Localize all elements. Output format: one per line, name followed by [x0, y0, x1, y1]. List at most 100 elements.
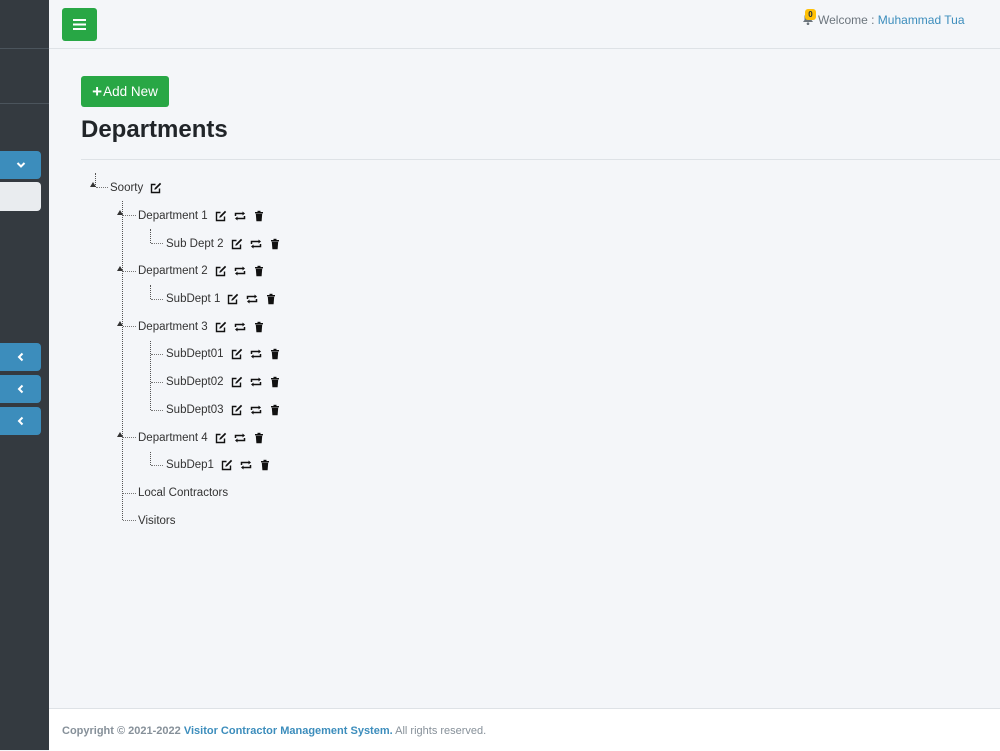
system-name-link[interactable]: Visitor Contractor Management System. — [184, 725, 393, 737]
tree-toggle-icon — [117, 321, 123, 326]
tree-node-label[interactable]: Department 1 — [138, 210, 208, 222]
edit-icon[interactable] — [221, 459, 233, 471]
edit-icon[interactable] — [215, 210, 227, 222]
transfer-icon[interactable] — [250, 404, 262, 416]
trash-icon[interactable] — [269, 238, 281, 250]
transfer-icon[interactable] — [250, 238, 262, 250]
transfer-icon[interactable] — [234, 432, 246, 444]
tree-node-label[interactable]: Department 3 — [138, 321, 208, 333]
tree-connector — [122, 201, 123, 520]
tree-toggle-icon — [117, 266, 123, 271]
transfer-icon[interactable] — [250, 376, 262, 388]
tree-connector — [151, 410, 163, 411]
edit-icon[interactable] — [227, 293, 239, 305]
transfer-icon[interactable] — [246, 293, 258, 305]
tree-connector — [150, 285, 151, 299]
sidebar — [0, 0, 49, 750]
tree-connector — [150, 229, 151, 243]
tree-node-root: Soorty — [110, 180, 169, 196]
tree-node-label[interactable]: Department 4 — [138, 432, 208, 444]
notification-badge: 0 — [805, 9, 816, 20]
hamburger-icon — [73, 19, 86, 30]
trash-icon[interactable] — [265, 293, 277, 305]
tree-connector — [151, 354, 163, 355]
tree-node-label[interactable]: Local Contractors — [138, 487, 228, 499]
tree-connector — [151, 382, 163, 383]
title-divider — [81, 159, 1000, 160]
trash-icon[interactable] — [253, 265, 265, 277]
tree-node-label[interactable]: Sub Dept 2 — [166, 238, 224, 250]
tree-connector — [150, 452, 151, 465]
tree-node-subdepartment: SubDept02 — [166, 374, 288, 390]
tree-toggle-icon — [117, 210, 123, 215]
chevron-down-icon — [16, 162, 25, 168]
sidebar-collapse-button-1[interactable] — [0, 343, 41, 371]
sidebar-collapse-button-2[interactable] — [0, 375, 41, 403]
edit-icon[interactable] — [215, 265, 227, 277]
welcome-label: Welcome : — [818, 13, 878, 27]
tree-connector — [95, 173, 96, 187]
trash-icon[interactable] — [253, 432, 265, 444]
trash-icon[interactable] — [269, 404, 281, 416]
trash-icon[interactable] — [269, 348, 281, 360]
tree-node-label[interactable]: SubDept01 — [166, 348, 224, 360]
chevron-left-icon — [17, 384, 23, 394]
trash-icon[interactable] — [253, 210, 265, 222]
sidebar-divider — [0, 103, 49, 104]
department-tree — [0, 0, 1000, 750]
tree-toggle-icon — [90, 182, 96, 187]
tree-connector — [151, 299, 163, 300]
trash-icon[interactable] — [253, 321, 265, 333]
tree-connector — [123, 437, 136, 438]
tree-node-department: Department 3 — [138, 319, 272, 335]
menu-toggle-button[interactable] — [62, 8, 97, 41]
rights-text: All rights reserved. — [392, 725, 487, 737]
tree-connector — [123, 215, 136, 216]
sidebar-collapse-button-3[interactable] — [0, 407, 41, 435]
user-name-link[interactable]: Muhammad Tua — [878, 13, 965, 27]
transfer-icon[interactable] — [234, 210, 246, 222]
add-new-label: Add New — [103, 84, 158, 99]
tree-node-department: Department 4 — [138, 430, 272, 446]
tree-node-label[interactable]: SubDept02 — [166, 376, 224, 388]
copyright-text: Copyright © 2021-2022 — [62, 725, 184, 737]
plus-icon: + — [92, 82, 103, 101]
tree-connector — [123, 326, 136, 327]
edit-icon[interactable] — [231, 376, 243, 388]
transfer-icon[interactable] — [250, 348, 262, 360]
tree-connector — [96, 187, 108, 188]
tree-node-subdepartment: SubDept 1 — [166, 291, 284, 307]
tree-connector — [123, 493, 136, 494]
chevron-left-icon — [17, 352, 23, 362]
transfer-icon[interactable] — [234, 321, 246, 333]
tree-node-label[interactable]: SubDep1 — [166, 459, 214, 471]
tree-connector — [151, 243, 163, 244]
transfer-icon[interactable] — [240, 459, 252, 471]
tree-node-department: Department 1 — [138, 208, 272, 224]
footer: Copyright © 2021-2022 Visitor Contractor… — [49, 708, 1000, 751]
tree-node-subdepartment: SubDept01 — [166, 346, 288, 362]
edit-icon[interactable] — [215, 321, 227, 333]
tree-node-department: Department 2 — [138, 263, 272, 279]
transfer-icon[interactable] — [234, 265, 246, 277]
edit-icon[interactable] — [231, 238, 243, 250]
edit-icon[interactable] — [231, 404, 243, 416]
welcome-message: Welcome : Muhammad Tua — [818, 13, 965, 27]
tree-node-subdepartment: SubDept03 — [166, 402, 288, 418]
sidebar-expand-button[interactable] — [0, 151, 41, 179]
tree-node-label[interactable]: Soorty — [110, 182, 143, 194]
tree-connector — [123, 520, 136, 521]
tree-node-label[interactable]: SubDept03 — [166, 404, 224, 416]
trash-icon[interactable] — [269, 376, 281, 388]
edit-icon[interactable] — [231, 348, 243, 360]
add-new-button[interactable]: + Add New — [81, 76, 169, 107]
edit-icon[interactable] — [215, 432, 227, 444]
footer-text: Copyright © 2021-2022 Visitor Contractor… — [62, 725, 486, 737]
sidebar-search-input[interactable] — [0, 182, 41, 211]
tree-node-leaf: Visitors — [138, 513, 183, 529]
edit-icon[interactable] — [150, 182, 162, 194]
tree-node-label[interactable]: Visitors — [138, 515, 176, 527]
tree-node-label[interactable]: Department 2 — [138, 265, 208, 277]
tree-node-label[interactable]: SubDept 1 — [166, 293, 220, 305]
trash-icon[interactable] — [259, 459, 271, 471]
